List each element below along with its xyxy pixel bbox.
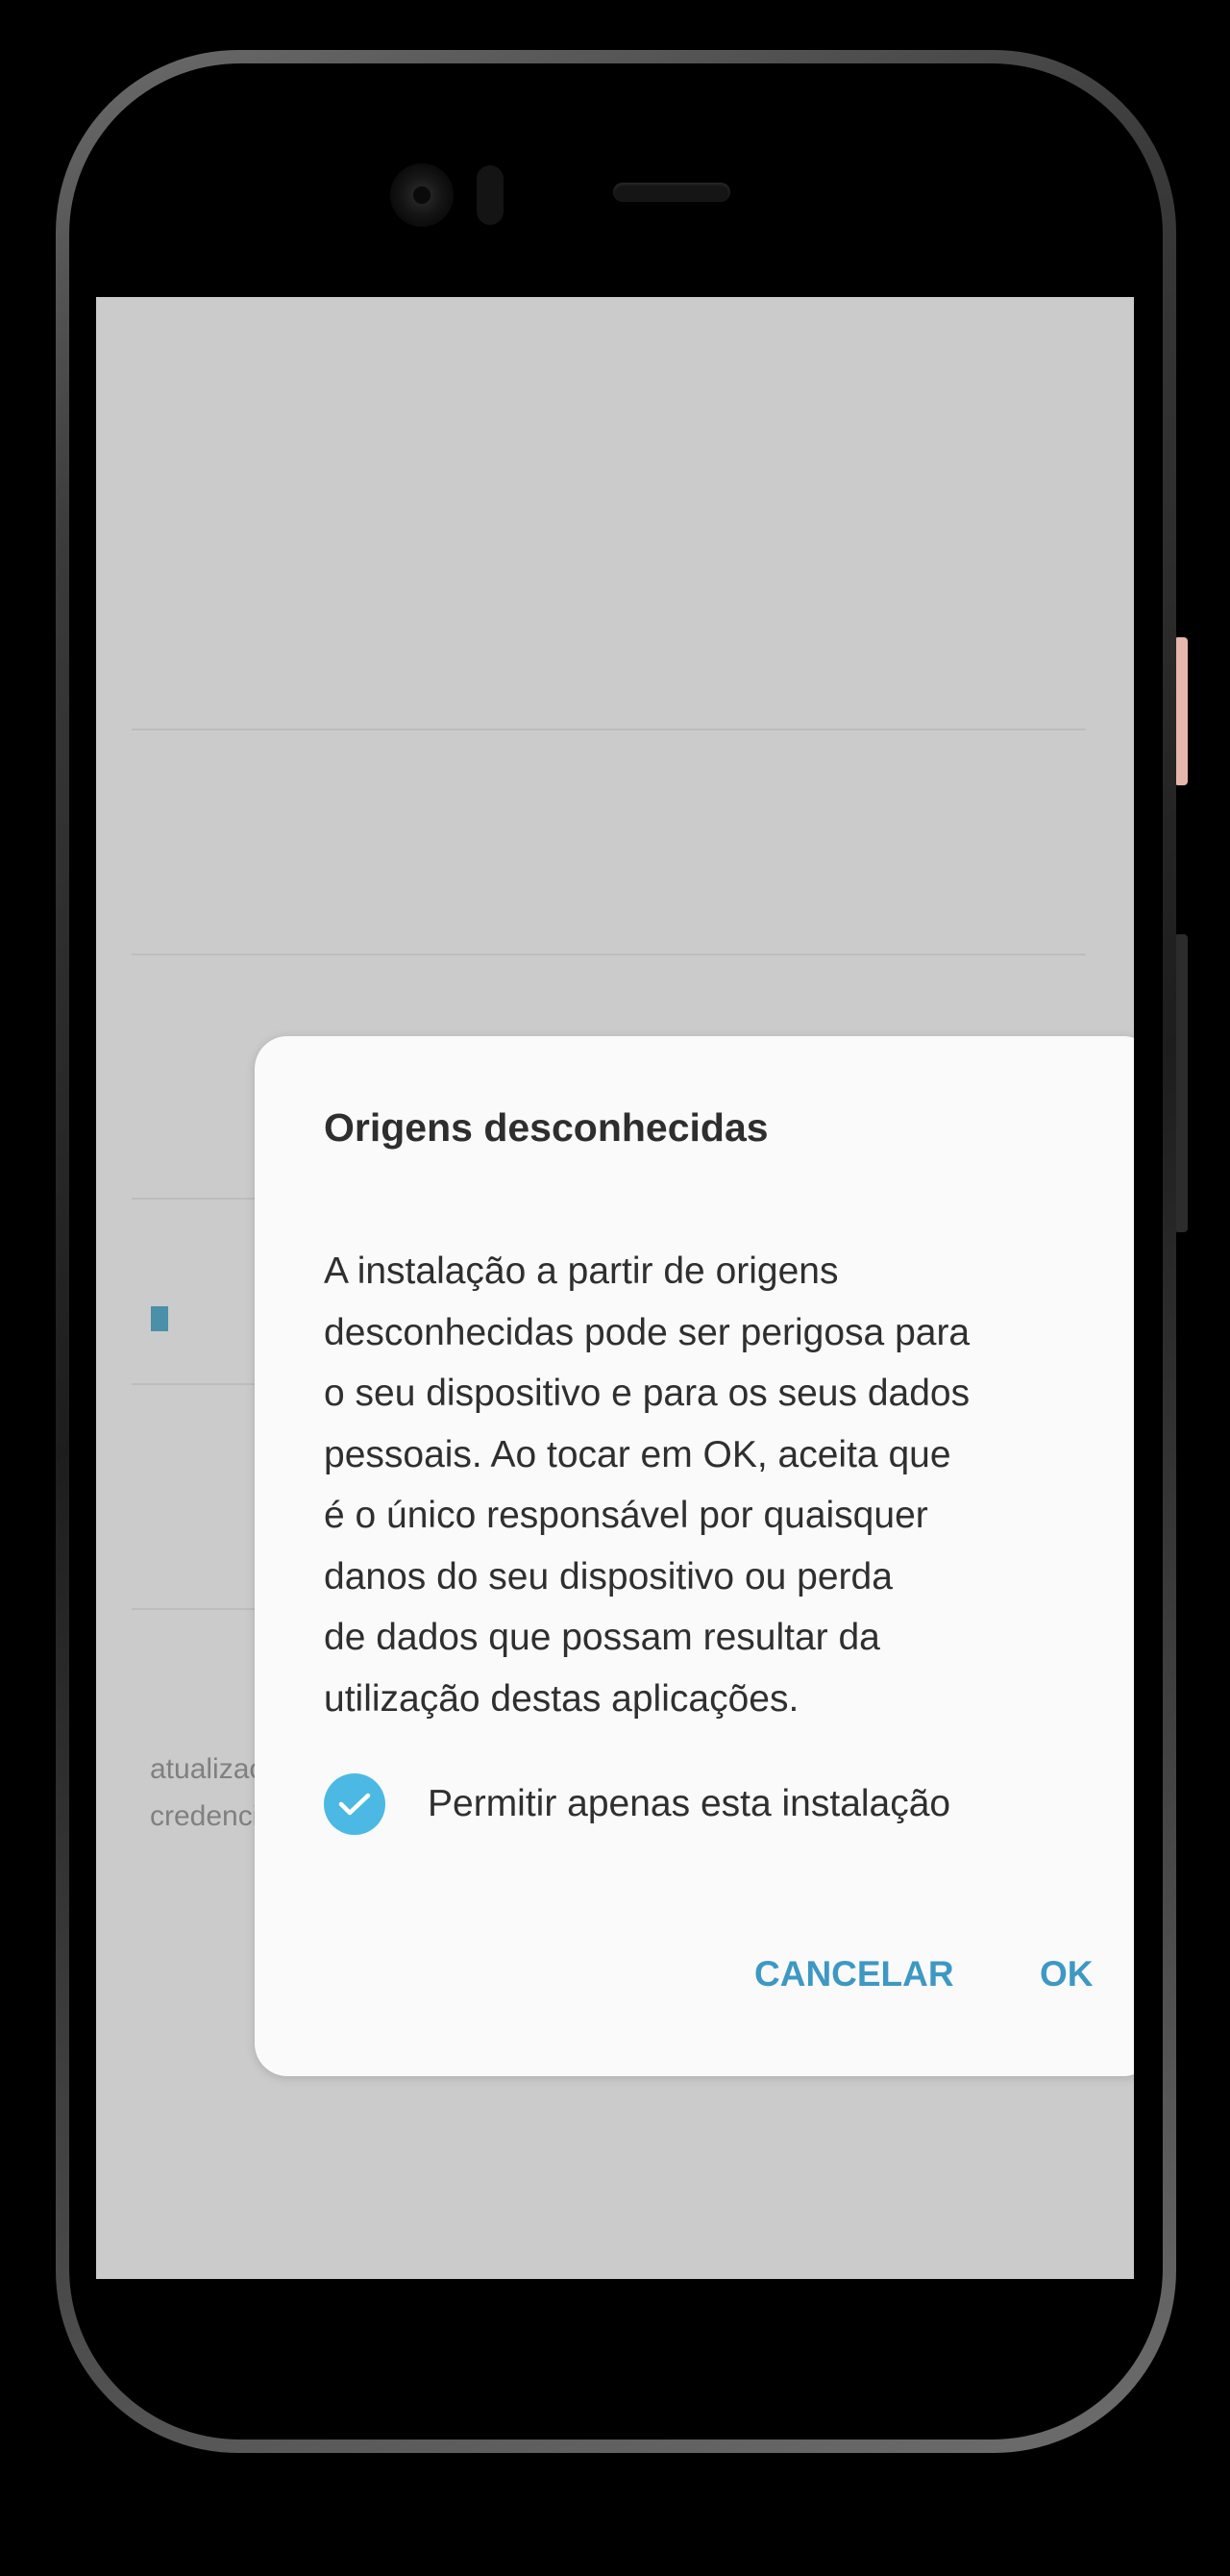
checkbox-label: Permitir apenas esta instalação xyxy=(428,1783,951,1824)
background-divider xyxy=(132,954,1086,955)
background-divider xyxy=(132,729,1086,731)
allow-once-checkbox-row[interactable]: Permitir apenas esta instalação xyxy=(324,1772,950,1836)
earpiece-speaker xyxy=(613,183,730,202)
checkmark-icon xyxy=(338,1793,371,1816)
cancel-button[interactable]: CANCELAR xyxy=(754,1954,954,1994)
side-button-top[interactable] xyxy=(1174,637,1188,785)
unknown-sources-dialog: Origens desconhecidas A instalação a par… xyxy=(255,1036,1134,2076)
proximity-sensor xyxy=(477,165,504,225)
checkbox-checked-icon[interactable] xyxy=(324,1773,385,1835)
front-camera xyxy=(390,163,454,227)
screen: atualizações de segurança e do armazenam… xyxy=(96,297,1134,2279)
side-button-bottom[interactable] xyxy=(1174,934,1188,1232)
dialog-message: A instalação a partir de origens desconh… xyxy=(324,1251,971,1720)
background-link-fragment xyxy=(151,1306,168,1331)
ok-button[interactable]: OK xyxy=(1040,1954,1094,1994)
dialog-title: Origens desconhecidas xyxy=(324,1105,769,1150)
